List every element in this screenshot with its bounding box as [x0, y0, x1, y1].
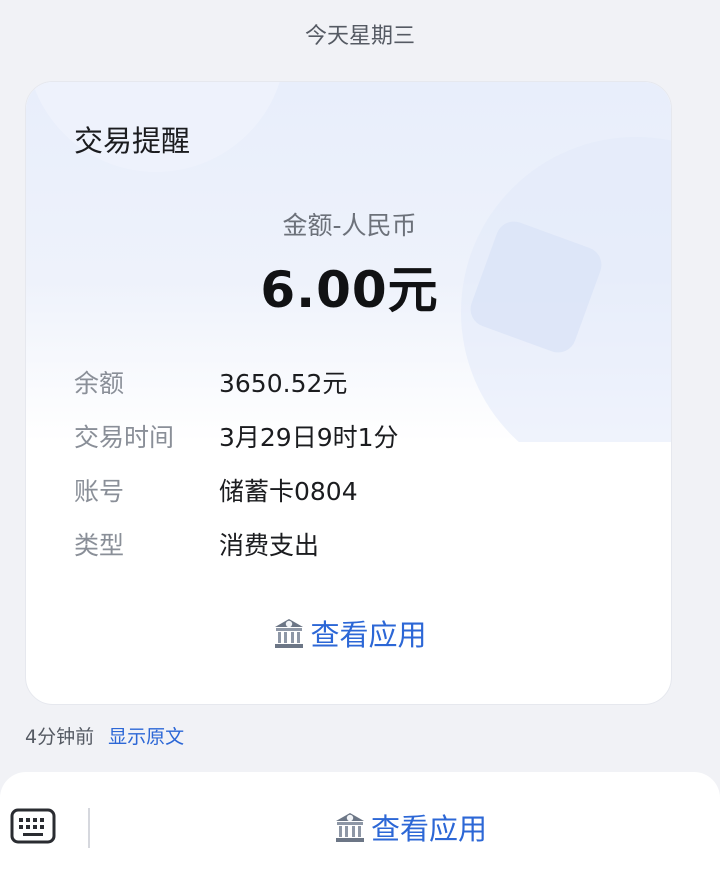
time-ago: 4分钟前	[25, 726, 95, 748]
bottom-bar: 查看应用	[0, 772, 720, 885]
detail-row-balance: 余额 3650.52元	[74, 364, 634, 404]
bank-icon	[275, 619, 304, 648]
detail-row-account: 账号 储蓄卡0804	[74, 472, 634, 512]
detail-value: 消费支出	[219, 531, 320, 560]
detail-value: 储蓄卡0804	[219, 477, 358, 506]
detail-row-time: 交易时间 3月29日9时1分	[74, 418, 634, 458]
date-header: 今天星期三	[304, 24, 415, 49]
keyboard-icon[interactable]	[10, 806, 56, 846]
card-title: 交易提醒	[74, 124, 191, 158]
detail-key: 类型	[74, 531, 125, 560]
transaction-card: 交易提醒 金额-人民币 6.00元 余额 3650.52元 交易时间 3月29日…	[25, 81, 672, 705]
view-app-label: 查看应用	[310, 618, 427, 652]
bottom-divider	[88, 808, 90, 848]
message-meta: 4分钟前 显示原文	[25, 722, 184, 749]
bottom-view-app-label: 查看应用	[370, 812, 487, 846]
amount-value: 6.00元	[260, 261, 439, 319]
show-original-link[interactable]: 显示原文	[108, 726, 184, 748]
detail-key: 余额	[74, 369, 125, 398]
amount-label: 金额-人民币	[282, 211, 417, 240]
detail-value: 3650.52元	[219, 369, 348, 398]
detail-key: 交易时间	[74, 423, 175, 452]
detail-key: 账号	[74, 477, 125, 506]
bottom-view-app-button[interactable]: 查看应用	[100, 802, 720, 852]
detail-value: 3月29日9时1分	[219, 423, 399, 452]
detail-row-type: 类型 消费支出	[74, 526, 634, 566]
view-app-link[interactable]: 查看应用	[26, 612, 671, 654]
bank-icon	[335, 813, 364, 842]
